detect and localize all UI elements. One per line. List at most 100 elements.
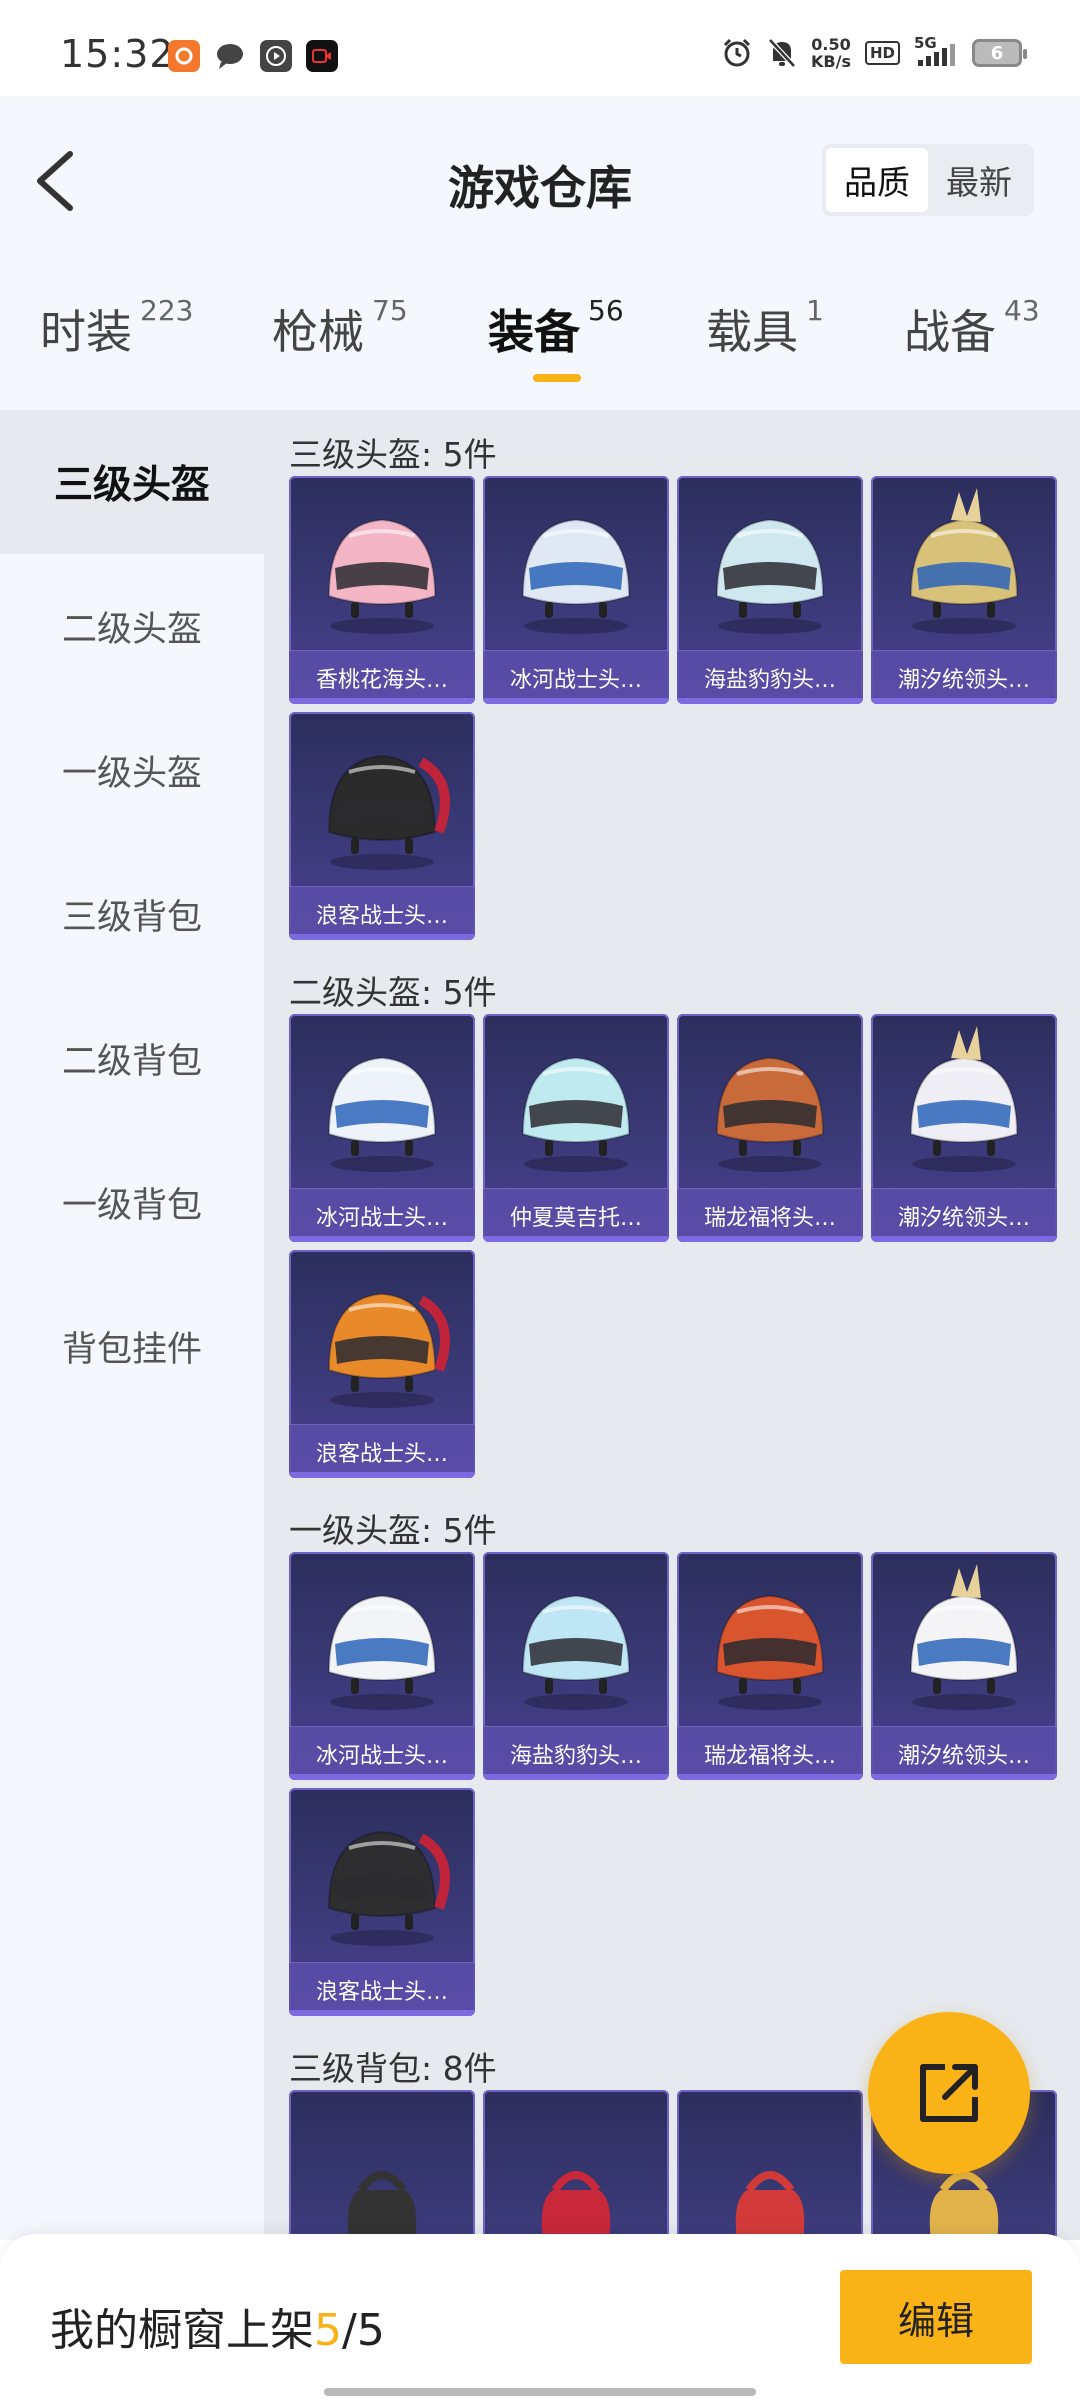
tab-supplies[interactable]: 战备 43 [904,294,1040,362]
item-card[interactable]: 海盐豹豹头… [483,1552,669,1780]
tab-fashion[interactable]: 时装 223 [40,294,194,362]
helmet-icon [677,1552,863,1727]
item-name: 冰河战士头… [289,1726,475,1780]
signal-bars-icon [918,44,955,66]
item-section: 二级头盔: 5件 冰河战士头… 仲夏莫吉托… 瑞龙福将头… 潮汐统领头… 浪客战士头… [264,948,1080,1486]
sort-by-newest-button[interactable]: 最新 [928,148,1030,212]
item-name: 海盐豹豹头… [483,1726,669,1780]
tab-vehicles[interactable]: 载具 1 [706,294,824,362]
category-tabs: 时装 223 枪械 75 装备 56 载具 1 战备 43 [0,294,1080,406]
showcase-status: 我的橱窗上架5/5 [50,2294,385,2358]
item-card[interactable] [289,2090,475,2240]
item-name: 潮汐统领头… [871,650,1057,704]
showcase-total-count: 5 [356,2305,385,2356]
home-indicator[interactable] [324,2388,756,2396]
mute-bell-icon [768,38,796,68]
share-button[interactable] [868,2012,1030,2174]
sidebar-item-level1-backpack[interactable]: 一级背包 [0,1130,264,1274]
helmet-icon [677,476,863,651]
helmet-icon [289,1552,475,1727]
item-name: 瑞龙福将头… [677,1726,863,1780]
item-list[interactable]: 三级头盔: 5件 香桃花海头… 冰河战士头… 海盐豹豹头… 潮汐统领头… 浪客战士头… 二级… [264,410,1080,2240]
helmet-icon [483,1552,669,1727]
item-card[interactable]: 香桃花海头… [289,476,475,704]
status-bar: 15:32 0.50 KB/s HD 5G 6 [0,0,1080,96]
tab-count: 223 [140,294,194,327]
item-section: 三级头盔: 5件香桃花海头… 冰河战士头… 海盐豹豹头… 潮汐统领头… 浪客战士头… [264,410,1080,948]
helmet-icon [289,1014,475,1189]
network-speed-unit: KB/s [811,52,851,71]
status-time: 15:32 [60,32,175,76]
item-name: 浪客战士头… [289,1424,475,1478]
sidebar-item-level3-helmet[interactable]: 三级头盔 [0,410,264,554]
item-name: 瑞龙福将头… [677,1188,863,1242]
item-name: 仲夏莫吉托… [483,1188,669,1242]
tab-label: 枪械 [272,305,364,359]
helmet-icon [871,1014,1057,1189]
helmet-icon [871,476,1057,651]
item-grid: 冰河战士头… 海盐豹豹头… 瑞龙福将头… 潮汐统领头… 浪客战士头… [289,1552,1079,2024]
item-name: 潮汐统领头… [871,1726,1057,1780]
item-card[interactable]: 瑞龙福将头… [677,1014,863,1242]
backpack-icon [483,2090,669,2240]
tab-equipment[interactable]: 装备 56 [488,294,624,362]
helmet-icon [289,1250,475,1425]
item-card[interactable]: 浪客战士头… [289,712,475,940]
item-card[interactable] [483,2090,669,2240]
item-card[interactable]: 浪客战士头… [289,1788,475,2016]
page-header: 游戏仓库 品质 最新 时装 223 枪械 75 装备 56 载具 1 战备 43 [0,96,1080,416]
status-app-icons [168,40,338,72]
item-card[interactable] [677,2090,863,2240]
item-card[interactable]: 冰河战士头… [289,1014,475,1242]
sort-by-quality-button[interactable]: 品质 [826,148,928,212]
showcase-used-count: 5 [314,2305,342,2356]
tab-label: 时装 [40,305,132,359]
showcase-label: 我的橱窗上架 [50,2305,314,2356]
item-card[interactable]: 浪客战士头… [289,1250,475,1478]
sidebar-item-level3-backpack[interactable]: 三级背包 [0,842,264,986]
item-card[interactable]: 潮汐统领头… [871,1014,1057,1242]
video-record-icon [306,40,338,72]
tab-count: 75 [372,294,408,327]
status-indicators: 0.50 KB/s HD 5G 6 [721,34,1027,70]
tab-weapons[interactable]: 枪械 75 [272,294,408,362]
signal-strength: 5G [914,34,958,68]
chat-icon [214,40,246,72]
item-name: 海盐豹豹头… [677,650,863,704]
helmet-icon [483,1014,669,1189]
helmet-icon [483,476,669,651]
taobao-app-icon [168,40,200,72]
helmet-icon [871,1552,1057,1727]
hd-voice-badge: HD [864,41,900,65]
item-name: 香桃花海头… [289,650,475,704]
section-title: 三级头盔: 5件 [289,435,497,474]
item-card[interactable]: 海盐豹豹头… [677,476,863,704]
sidebar-item-backpack-charm[interactable]: 背包挂件 [0,1274,264,1418]
sidebar-item-level2-helmet[interactable]: 二级头盔 [0,554,264,698]
item-card[interactable]: 潮汐统领头… [871,476,1057,704]
item-grid: 冰河战士头… 仲夏莫吉托… 瑞龙福将头… 潮汐统领头… 浪客战士头… [289,1014,1079,1486]
network-speed-value: 0.50 [811,35,851,54]
battery-indicator: 6 [972,39,1027,67]
tab-count: 1 [806,294,824,327]
alarm-icon [723,38,751,67]
item-card[interactable]: 潮汐统领头… [871,1552,1057,1780]
tab-label: 载具 [706,305,798,359]
item-card[interactable]: 仲夏莫吉托… [483,1014,669,1242]
bottom-bar: 我的橱窗上架5/5 编辑 [0,2234,1080,2400]
edit-button[interactable]: 编辑 [840,2270,1032,2364]
active-tab-indicator [533,374,581,382]
item-name: 浪客战士头… [289,886,475,940]
item-card[interactable]: 冰河战士头… [289,1552,475,1780]
helmet-icon [677,1014,863,1189]
network-speed: 0.50 KB/s [811,36,851,70]
sidebar-item-level1-helmet[interactable]: 一级头盔 [0,698,264,842]
backpack-icon [289,2090,475,2240]
tab-label: 战备 [904,305,996,359]
sidebar-item-level2-backpack[interactable]: 二级背包 [0,986,264,1130]
section-title: 二级头盔: 5件 [289,973,497,1012]
item-card[interactable]: 瑞龙福将头… [677,1552,863,1780]
item-card[interactable]: 冰河战士头… [483,476,669,704]
showcase-separator: / [342,2305,357,2356]
tab-count: 43 [1004,294,1040,327]
